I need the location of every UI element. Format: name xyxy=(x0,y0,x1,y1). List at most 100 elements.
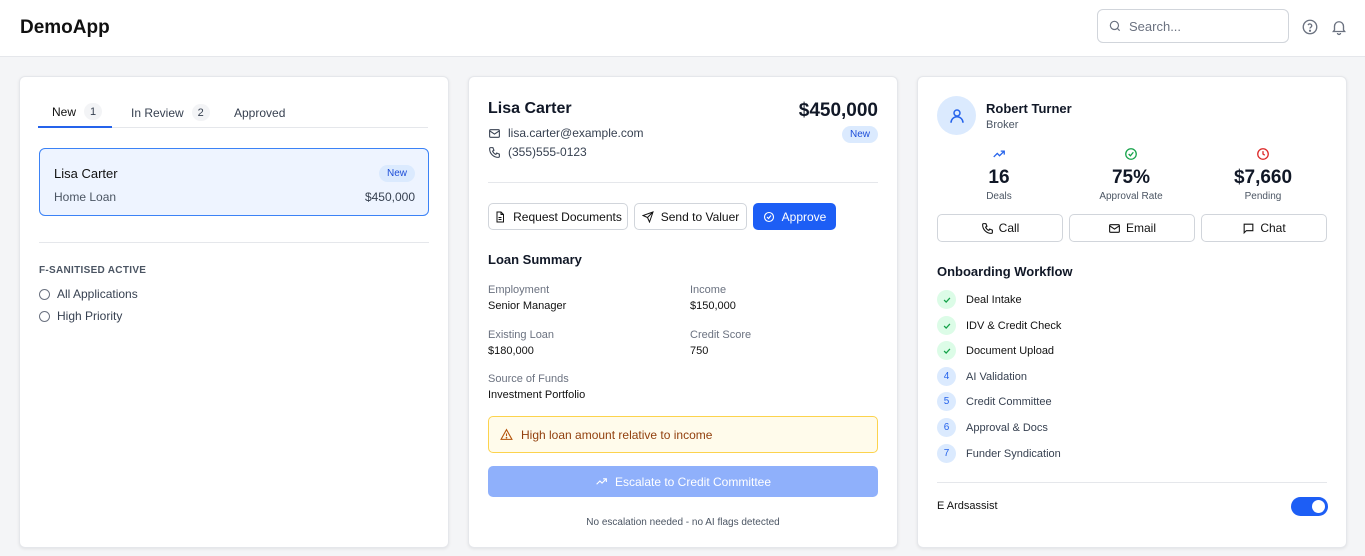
tab-count: 2 xyxy=(191,104,210,121)
field-value: Senior Manager xyxy=(488,300,567,312)
tab-label: Approved xyxy=(234,105,286,120)
check-icon xyxy=(937,341,956,360)
application-detail-panel: Lisa Carter $450,000 New lisa.carter@exa… xyxy=(468,76,898,548)
mail-icon xyxy=(488,127,501,140)
search-input[interactable] xyxy=(1129,18,1279,34)
search-box[interactable] xyxy=(1097,9,1289,43)
warning-icon xyxy=(500,428,513,441)
applicant-name: Lisa Carter xyxy=(488,100,572,117)
trending-up-icon xyxy=(992,147,1006,161)
tab-label: In Review xyxy=(131,105,184,120)
bell-icon[interactable] xyxy=(1330,18,1348,36)
app-logo[interactable]: DemoApp xyxy=(20,17,110,39)
filter-all-applications[interactable]: All Applications xyxy=(39,287,138,301)
workflow-step: 5 Credit Committee xyxy=(937,392,1052,411)
step-number: 5 xyxy=(937,392,956,411)
status-badge: New xyxy=(841,126,878,143)
loan-summary-title: Loan Summary xyxy=(488,252,582,267)
search-icon xyxy=(1108,19,1122,33)
divider xyxy=(39,242,429,243)
radio-button[interactable] xyxy=(39,310,50,322)
field-existing-loan: Existing Loan $180,000 xyxy=(488,329,554,357)
assist-toggle[interactable] xyxy=(1291,497,1328,516)
applicant-phone[interactable]: (355)555-0123 xyxy=(508,145,587,159)
field-credit-score: Credit Score 750 xyxy=(690,329,751,357)
status-badge: New xyxy=(378,165,415,182)
broker-panel: Robert Turner Broker 16 Deals 75% Approv… xyxy=(917,76,1347,548)
broker-role: Broker xyxy=(986,119,1019,131)
check-icon xyxy=(937,290,956,309)
phone-icon xyxy=(488,146,501,159)
toggle-knob xyxy=(1312,500,1325,513)
chat-button[interactable]: Chat xyxy=(1201,214,1327,242)
applicant-name: Lisa Carter xyxy=(54,166,118,181)
avatar xyxy=(937,96,976,135)
field-value: $180,000 xyxy=(488,345,534,357)
divider xyxy=(488,182,878,183)
stat-caption: Pending xyxy=(1244,191,1282,202)
email-button[interactable]: Email xyxy=(1069,214,1195,242)
escalation-note: No escalation needed - no AI flags detec… xyxy=(586,517,780,528)
help-icon[interactable] xyxy=(1301,18,1319,36)
button-label: Approve xyxy=(781,209,827,224)
toggle-label: E Ardsassist xyxy=(937,500,998,512)
field-label: Employment xyxy=(488,284,550,296)
field-label: Source of Funds xyxy=(488,373,569,385)
step-label: Deal Intake xyxy=(966,293,1022,306)
step-label: Funder Syndication xyxy=(966,447,1061,460)
workflow-step: 6 Approval & Docs xyxy=(937,418,1048,437)
tab-label: New xyxy=(52,104,77,119)
step-label: Document Upload xyxy=(966,344,1055,357)
button-label: Send to Valuer xyxy=(660,209,740,224)
step-number: 6 xyxy=(937,418,956,437)
approve-button[interactable]: Approve xyxy=(753,203,836,230)
escalate-button[interactable]: Escalate to Credit Committee xyxy=(488,466,878,497)
button-label: Chat xyxy=(1260,221,1286,235)
field-value: $150,000 xyxy=(690,300,736,312)
send-icon xyxy=(641,210,654,223)
check-circle-icon xyxy=(1124,147,1138,161)
loan-type: Home Loan xyxy=(54,190,117,204)
tab-count: 1 xyxy=(84,103,103,120)
radio-label: High Priority xyxy=(57,309,123,323)
field-value: Investment Portfolio xyxy=(488,389,586,401)
user-icon xyxy=(948,107,966,125)
field-income: Income $150,000 xyxy=(690,284,736,312)
top-bar: DemoApp xyxy=(0,0,1365,57)
field-employment: Employment Senior Manager xyxy=(488,284,566,312)
stat-value: 16 xyxy=(988,167,1010,188)
tab-in-review[interactable]: In Review 2 xyxy=(131,97,210,128)
mail-icon xyxy=(1108,222,1121,235)
step-number: 4 xyxy=(937,367,956,386)
phone-row: (355)555-0123 xyxy=(488,145,587,159)
check-icon xyxy=(937,316,956,335)
call-button[interactable]: Call xyxy=(937,214,1063,242)
filter-title: F-SANITISED ACTIVE xyxy=(39,265,147,276)
applications-panel: New 1 In Review 2 Approved Lisa Carter N… xyxy=(19,76,449,548)
button-label: Call xyxy=(998,221,1020,235)
clock-icon xyxy=(1256,147,1270,161)
tab-approved[interactable]: Approved xyxy=(234,97,285,128)
workflow-step: Deal Intake xyxy=(937,290,1022,309)
applicant-email[interactable]: lisa.carter@example.com xyxy=(508,126,644,140)
radio-button[interactable] xyxy=(39,288,50,300)
stat-approval-rate: 75% Approval Rate xyxy=(1076,147,1186,202)
tab-new[interactable]: New 1 xyxy=(38,97,112,128)
button-label: Email xyxy=(1125,221,1156,235)
send-to-valuer-button[interactable]: Send to Valuer xyxy=(634,203,747,230)
email-row: lisa.carter@example.com xyxy=(488,126,644,140)
phone-icon xyxy=(981,222,994,235)
status-tabs: New 1 In Review 2 Approved xyxy=(38,97,428,128)
step-number: 7 xyxy=(937,444,956,463)
trending-up-icon xyxy=(595,475,608,488)
stat-caption: Deals xyxy=(986,191,1012,202)
field-source-of-funds: Source of Funds Investment Portfolio xyxy=(488,373,585,401)
application-card[interactable]: Lisa Carter New Home Loan $450,000 xyxy=(39,148,429,216)
request-documents-button[interactable]: Request Documents xyxy=(488,203,628,230)
loan-amount: $450,000 xyxy=(364,190,415,204)
warning-text: High loan amount relative to income xyxy=(521,427,713,442)
step-label: IDV & Credit Check xyxy=(966,319,1062,332)
step-label: Credit Committee xyxy=(966,395,1052,408)
radio-label: All Applications xyxy=(57,287,138,301)
filter-high-priority[interactable]: High Priority xyxy=(39,309,122,323)
